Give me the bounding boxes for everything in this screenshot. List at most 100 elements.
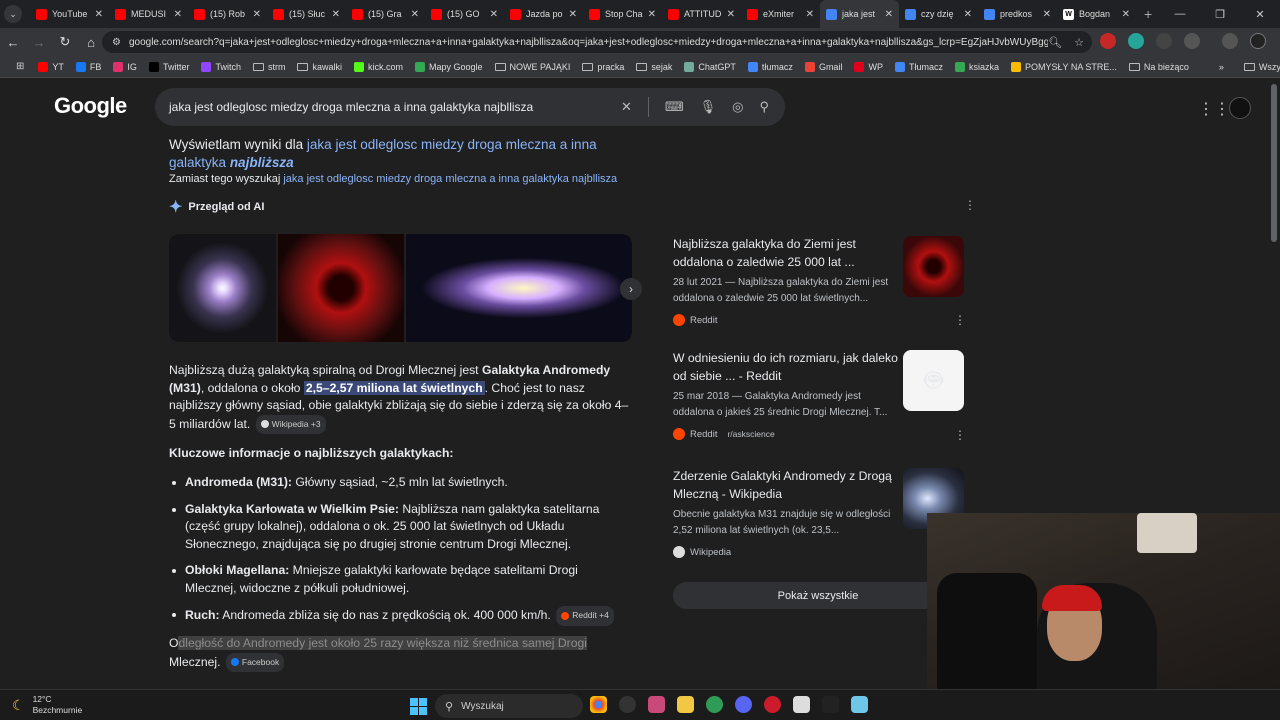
bookmark-6[interactable]: kawalki — [297, 62, 342, 72]
extension-icon-2[interactable] — [1156, 33, 1172, 49]
chrome-icon[interactable] — [590, 696, 607, 713]
new-tab-button[interactable]: + — [1144, 6, 1152, 22]
tab-9[interactable]: eXmiter ✕ — [741, 0, 820, 28]
all-bookmarks-folder[interactable]: Wszystkie zakładki — [1243, 62, 1280, 72]
tab-7[interactable]: Stop Cha ✕ — [583, 0, 662, 28]
discord-icon[interactable] — [735, 696, 752, 713]
tab-0[interactable]: YouTube ✕ — [30, 0, 109, 28]
clear-search-icon[interactable]: ✕ — [621, 99, 632, 115]
search-input[interactable]: jaka jest odleglosc miedzy droga mleczna… — [169, 100, 621, 114]
source-more-icon[interactable]: ⋮ — [954, 428, 966, 442]
weather-widget[interactable]: ☾ 12°C Bezchmurnie — [12, 694, 82, 716]
show-all-button[interactable]: Pokaż wszystkie — [673, 582, 963, 609]
bookmark-18[interactable]: POMYSŁY NA STRE... — [1010, 61, 1117, 72]
obs-icon[interactable] — [619, 696, 636, 713]
app-icon[interactable] — [793, 696, 810, 713]
bookmark-0[interactable]: YT — [38, 61, 64, 72]
tab-close-icon[interactable]: ✕ — [95, 9, 103, 20]
tab-13[interactable]: W Bogdan ✕ — [1057, 0, 1136, 28]
bookmark-11[interactable]: sejak — [636, 62, 672, 72]
account-avatar[interactable] — [1229, 97, 1251, 119]
bookmark-1[interactable]: FB — [75, 61, 101, 72]
home-button[interactable]: ⌂ — [78, 35, 104, 50]
search-box[interactable]: jaka jest odleglosc miedzy droga mleczna… — [155, 88, 785, 126]
original-query-link[interactable]: jaka jest odleglosc miedzy droga mleczna… — [283, 173, 617, 185]
bookmark-16[interactable]: Tłumacz — [894, 61, 943, 72]
bookmark-15[interactable]: WP — [854, 61, 883, 72]
source-title[interactable]: W odniesieniu do ich rozmiaru, jak dalek… — [673, 350, 903, 385]
bookmarks-more-button[interactable]: » — [1219, 62, 1224, 72]
close-window-button[interactable]: ✕ — [1240, 8, 1280, 21]
taskbar-search[interactable]: ⚲ Wyszukaj — [435, 694, 583, 718]
bookmark-5[interactable]: strm — [252, 62, 285, 72]
bookmark-13[interactable]: tłumacz — [747, 61, 793, 72]
tab-close-icon[interactable]: ✕ — [490, 9, 498, 20]
bookmark-7[interactable]: kick.com — [353, 61, 403, 72]
source-chip-reddit[interactable]: Reddit +4 — [556, 606, 614, 626]
record-extension-icon[interactable] — [1100, 33, 1116, 49]
page-scrollbar[interactable] — [1271, 84, 1277, 242]
tab-close-icon[interactable]: ✕ — [253, 9, 261, 20]
tab-2[interactable]: (15) Rob ✕ — [188, 0, 267, 28]
tab-close-icon[interactable]: ✕ — [964, 9, 972, 20]
extension-icon[interactable] — [1128, 33, 1144, 49]
nebula-thumbnail[interactable] — [903, 236, 964, 297]
voice-search-icon[interactable]: 🎙︎ — [700, 99, 717, 115]
tab-12[interactable]: predkos ✕ — [978, 0, 1057, 28]
file-explorer-icon[interactable] — [677, 696, 694, 713]
galaxy-map-image[interactable] — [406, 234, 632, 342]
maximize-button[interactable]: ❐ — [1200, 8, 1240, 21]
source-more-icon[interactable]: ⋮ — [954, 313, 966, 327]
source-card[interactable]: Najbliższa galaktyka do Ziemi jest oddal… — [673, 236, 903, 326]
source-card[interactable]: Zderzenie Galaktyki Andromedy z Drogą Ml… — [673, 468, 903, 558]
tab-1[interactable]: MEDUSI ✕ — [109, 0, 188, 28]
notepad-icon[interactable] — [851, 696, 868, 713]
reading-list-icon[interactable] — [1222, 33, 1238, 49]
bookmark-19[interactable]: Na bieżąco — [1128, 62, 1189, 72]
bookmark-14[interactable]: Gmail — [804, 61, 842, 72]
reload-button[interactable]: ↻ — [52, 34, 78, 50]
profile-icon[interactable] — [1250, 33, 1266, 49]
tab-8[interactable]: ATTITUD ✕ — [662, 0, 741, 28]
forward-button[interactable]: → — [26, 35, 52, 50]
source-title[interactable]: Najbliższa galaktyka do Ziemi jest oddal… — [673, 236, 903, 271]
lens-icon[interactable]: ◎ — [732, 99, 743, 115]
tab-close-icon[interactable]: ✕ — [1122, 9, 1130, 20]
bookmark-8[interactable]: Mapy Google — [415, 61, 483, 72]
tab-close-icon[interactable]: ✕ — [1043, 9, 1051, 20]
tab-close-icon[interactable]: ✕ — [411, 9, 419, 20]
bookmark-10[interactable]: pracka — [582, 62, 624, 72]
photos-icon[interactable] — [648, 696, 665, 713]
minimize-button[interactable]: — — [1160, 8, 1200, 20]
extensions-puzzle-icon[interactable] — [1184, 33, 1200, 49]
app-icon-2[interactable] — [822, 696, 839, 713]
google-apps-icon[interactable]: ⋮⋮ — [1198, 99, 1230, 119]
tab-close-icon[interactable]: ✕ — [885, 9, 893, 20]
tab-close-icon[interactable]: ✕ — [727, 9, 735, 20]
reddit-mascot-thumbnail[interactable]: 🤖︎ — [903, 350, 964, 411]
tab-close-icon[interactable]: ✕ — [569, 9, 577, 20]
search-icon[interactable]: ⚲ — [759, 99, 769, 115]
source-card[interactable]: W odniesieniu do ich rozmiaru, jak dalek… — [673, 350, 903, 440]
tab-close-icon[interactable]: ✕ — [648, 9, 656, 20]
url-text[interactable]: google.com/search?q=jaka+jest+odleglosc+… — [129, 37, 1048, 48]
bookmark-12[interactable]: ChatGPT — [684, 61, 736, 72]
nebula-image[interactable] — [278, 234, 404, 342]
google-logo[interactable]: Google — [54, 93, 127, 119]
tab-11[interactable]: czy dzię ✕ — [899, 0, 978, 28]
tab-10[interactable]: jaka jest ✕ — [820, 0, 899, 28]
vpn-icon[interactable] — [706, 696, 723, 713]
bookmark-4[interactable]: Twitch — [201, 61, 241, 72]
tab-close-icon[interactable]: ✕ — [806, 9, 814, 20]
bookmark-9[interactable]: NOWE PAJĄKI — [494, 62, 570, 72]
zoom-icon[interactable]: 🔍︎ — [1048, 36, 1062, 49]
milky-way-image[interactable] — [169, 234, 276, 342]
bookmark-2[interactable]: IG — [113, 61, 137, 72]
ai-overview-more-icon[interactable]: ⋮ — [964, 198, 976, 212]
carousel-next-icon[interactable]: › — [620, 278, 642, 300]
back-button[interactable]: ← — [0, 35, 26, 50]
keyboard-icon[interactable]: ⌨ — [665, 99, 684, 115]
opera-icon[interactable] — [764, 696, 781, 713]
address-bar[interactable]: ⚙ google.com/search?q=jaka+jest+odleglos… — [102, 31, 1092, 53]
source-chip-wikipedia[interactable]: Wikipedia +3 — [255, 414, 326, 434]
